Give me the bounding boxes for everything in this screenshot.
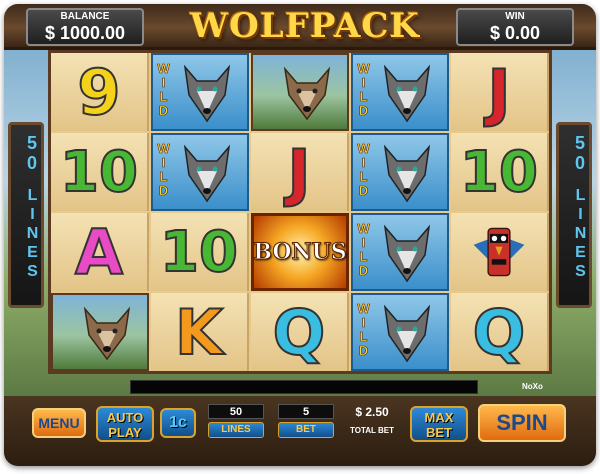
game-frame: BALANCE $ 1000.00 WOLFPACK WIN $ 0.00 50… (4, 4, 596, 466)
wolf-head-icon (183, 64, 231, 123)
lines-value: 50 (208, 404, 264, 419)
lines-button[interactable]: LINES (208, 422, 264, 438)
wild-symbol: WILD (351, 133, 449, 211)
win-meter: WIN $ 0.00 (456, 8, 574, 46)
win-label: WIN (505, 11, 525, 22)
bonus-text: BONUS (253, 239, 347, 266)
total-bet-value: $ 2.50 (355, 405, 389, 419)
wild-text: WILD (356, 221, 372, 278)
totem-symbol (451, 213, 549, 291)
wolf-head-icon (83, 306, 131, 361)
reel-cell: Q (251, 293, 349, 371)
game-logo: WOLFPACK (190, 6, 420, 46)
reel-cell: 10 (451, 133, 549, 211)
totem-icon (473, 227, 525, 277)
lines-panel-right: 50 LINES (556, 122, 592, 308)
reel-cell: 10 (151, 213, 249, 291)
reel-cell: A (51, 213, 149, 291)
wild-symbol: WILD (351, 213, 449, 291)
top-bar: BALANCE $ 1000.00 WOLFPACK WIN $ 0.00 (4, 4, 596, 50)
wild-text: WILD (156, 61, 172, 118)
wild-symbol: WILD (351, 53, 449, 131)
message-strip (130, 380, 478, 394)
lines-word-left: LINES (24, 187, 41, 282)
lines-word-right: LINES (572, 187, 589, 282)
symbol-ten: 10 (459, 139, 539, 206)
autoplay-button[interactable]: AUTO PLAY (96, 406, 154, 442)
bet-value: 5 (278, 404, 334, 419)
wild-text: WILD (356, 141, 372, 198)
reel-cell: Q (451, 293, 549, 371)
total-bet-label: TOTAL BET (350, 426, 394, 435)
coin-value-button[interactable]: 1c (160, 408, 196, 438)
reel-cell: 10 (51, 133, 149, 211)
lines-count-left: 50 (22, 133, 42, 173)
control-bar: MENU AUTO PLAY 1c 50 LINES 5 BET $ 2.50 … (4, 396, 596, 466)
bonus-symbol: BONUS (251, 213, 349, 291)
reel-cell: J (251, 133, 349, 211)
wild-text: WILD (356, 301, 372, 358)
wild-symbol: WILD (351, 293, 449, 371)
wolf-head-icon (383, 304, 431, 363)
symbol-ace: A (74, 215, 124, 290)
wolf-head-icon (283, 66, 331, 121)
spin-button[interactable]: SPIN (478, 404, 566, 442)
wild-symbol: WILD (151, 133, 249, 211)
menu-button[interactable]: MENU (32, 408, 86, 438)
reel-cell: 9 (51, 53, 149, 131)
symbol-ten: 10 (59, 139, 139, 206)
balance-meter: BALANCE $ 1000.00 (26, 8, 144, 46)
symbol-queen: Q (272, 295, 327, 370)
lines-count-right: 50 (570, 133, 590, 173)
symbol-ten: 10 (159, 219, 239, 286)
balance-label: BALANCE (60, 11, 110, 22)
reel-cell: J (451, 53, 549, 131)
wolf-scene-symbol (51, 293, 149, 371)
wolf-head-icon (383, 144, 431, 203)
symbol-jack: J (486, 55, 511, 130)
max-bet-button[interactable]: MAX BET (410, 406, 468, 442)
reel-cell: K (151, 293, 249, 371)
wolf-scene-symbol (251, 53, 349, 131)
wild-text: WILD (156, 141, 172, 198)
symbol-jack: J (286, 135, 311, 210)
bet-button[interactable]: BET (278, 422, 334, 438)
reels-grid: 9 10 A WILD WILD 10 K J BONUS Q WILD WIL… (48, 50, 552, 374)
lines-panel-left: 50 LINES (8, 122, 44, 308)
wild-symbol: WILD (151, 53, 249, 131)
symbol-queen: Q (472, 295, 527, 370)
wild-text: WILD (356, 61, 372, 118)
wolf-head-icon (383, 224, 431, 283)
symbol-king: K (174, 295, 224, 370)
wolf-head-icon (183, 144, 231, 203)
provider-mark: NoXo (522, 382, 543, 391)
wolf-head-icon (383, 64, 431, 123)
win-value: $ 0.00 (489, 23, 541, 43)
balance-value: $ 1000.00 (44, 23, 126, 43)
symbol-nine: 9 (76, 55, 121, 130)
